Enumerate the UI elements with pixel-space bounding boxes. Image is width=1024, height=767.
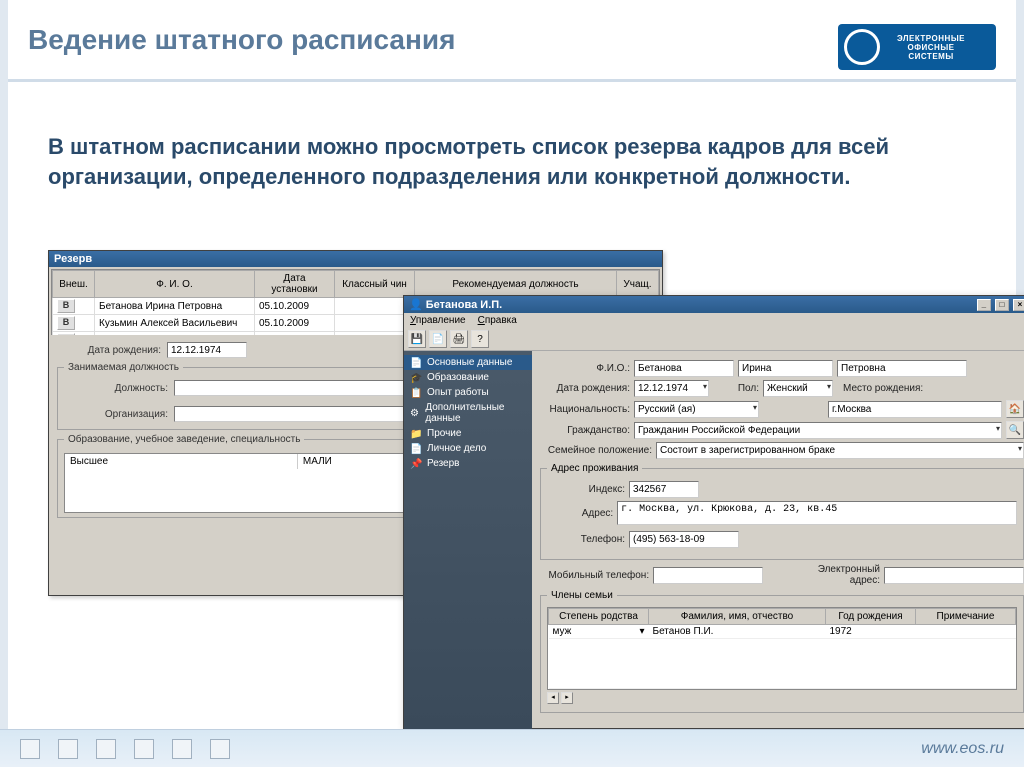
nav-first-icon[interactable]: ◂ [547,692,559,704]
toolbar: 💾 📄 🖨 ? [404,328,1024,351]
middlename-input[interactable] [837,360,967,377]
birth-input[interactable] [167,342,247,358]
window-title: 👤 Бетанова И.П. [409,298,502,311]
footer-icon [96,739,116,759]
footer-icon [20,739,40,759]
birthplace-input[interactable] [828,401,1002,418]
lookup-icon[interactable]: 🔍 [1006,421,1024,439]
email-input[interactable] [884,567,1024,584]
birthdate-input[interactable] [634,380,709,397]
footer-url: www.eos.ru [921,740,1004,758]
menu-item[interactable]: Справка [478,315,517,326]
menu-bar[interactable]: Управление Справка [404,313,1024,328]
lastname-input[interactable] [634,360,734,377]
phone-input[interactable] [629,531,739,548]
menu-item[interactable]: Управление [410,315,466,326]
maximize-icon[interactable]: □ [995,299,1009,311]
person-form: Ф.И.О.: Дата рождения: Пол: Место рожден… [532,351,1024,731]
nationality-select[interactable] [634,401,759,418]
footer-icon [58,739,78,759]
address-input[interactable] [617,501,1017,525]
tree-item-main[interactable]: 📄Основные данные [404,355,532,370]
nav-tree[interactable]: 📄Основные данные 🎓Образование 📋Опыт рабо… [404,351,532,731]
index-input[interactable] [629,481,699,498]
slide-body: В штатном расписании можно просмотреть с… [48,132,964,191]
tree-item-file[interactable]: 📄Личное дело [404,441,532,456]
mobile-input[interactable] [653,567,763,584]
close-icon[interactable]: × [1013,299,1024,311]
citizenship-select[interactable] [634,422,1002,439]
family-grid[interactable]: Степень родства Фамилия, имя, отчество Г… [547,607,1017,690]
tree-item-extra[interactable]: ⚙Дополнительные данные [404,400,532,426]
tree-item-experience[interactable]: 📋Опыт работы [404,385,532,400]
slide-title: Ведение штатного расписания [28,24,455,56]
marital-select[interactable] [656,442,1024,459]
footer-icon [172,739,192,759]
firstname-input[interactable] [738,360,833,377]
minimize-icon[interactable]: _ [977,299,991,311]
gender-select[interactable] [763,380,833,397]
toolbar-button[interactable]: 📄 [429,330,447,348]
tree-item-education[interactable]: 🎓Образование [404,370,532,385]
person-card-window: 👤 Бетанова И.П. _ □ × Управление Справка… [403,295,1024,729]
reserve-title: Резерв [49,251,662,267]
home-icon[interactable]: 🏠 [1006,400,1024,418]
toolbar-button[interactable]: 🖨 [450,330,468,348]
save-icon[interactable]: 💾 [408,330,426,348]
help-icon[interactable]: ? [471,330,489,348]
nav-last-icon[interactable]: ▸ [561,692,573,704]
footer-icons [20,739,230,759]
footer-icon [210,739,230,759]
family-row[interactable]: муж ▾ Бетанов П.И. 1972 [549,625,1016,639]
tree-item-reserve[interactable]: 📌Резерв [404,456,532,471]
tree-item-other[interactable]: 📁Прочие [404,426,532,441]
footer-icon [134,739,154,759]
logo: ЭЛЕКТРОННЫЕ ОФИСНЫЕ СИСТЕМЫ [838,24,996,70]
